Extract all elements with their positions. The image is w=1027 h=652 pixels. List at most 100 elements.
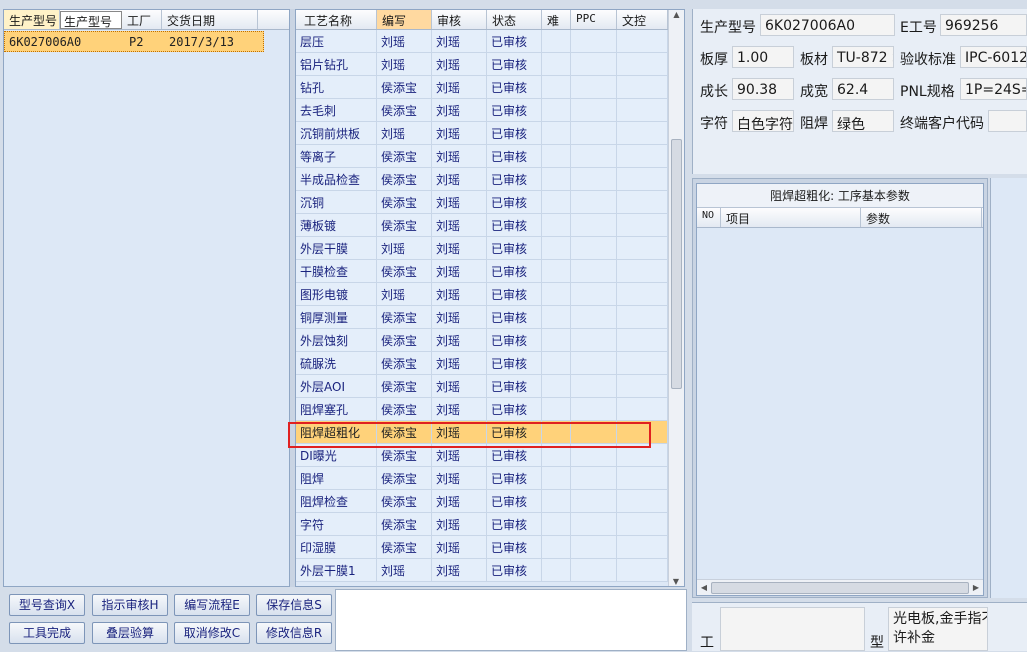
material-field[interactable]: TU-872 S [832,46,894,68]
process-scrollbar[interactable]: ▲ ▼ [668,10,684,586]
table-row[interactable]: 图形电镀 刘瑶 刘瑶 已审核 [296,283,668,306]
cell-name: 沉铜 [296,191,377,213]
col-header-no[interactable]: NO [697,208,721,227]
cell-empty [571,30,617,52]
bottom-blank-area [335,589,687,651]
cell-writer: 侯添宝 [377,513,432,535]
length-field[interactable]: 90.38 [732,78,794,100]
material-label: 板材 [800,52,828,68]
cell-empty [542,490,571,512]
scroll-right-icon[interactable]: ▶ [969,583,983,592]
table-row[interactable]: 字符 侯添宝 刘瑶 已审核 [296,513,668,536]
col-header-doc-control[interactable]: 文控 [617,10,668,29]
table-row[interactable]: 半成品检查 侯添宝 刘瑶 已审核 [296,168,668,191]
table-row[interactable]: 等离子 侯添宝 刘瑶 已审核 [296,145,668,168]
thickness-field[interactable]: 1.00 [732,46,794,68]
stack-check-button[interactable]: 叠层验算 [92,622,168,644]
table-row[interactable]: 印湿膜 侯添宝 刘瑶 已审核 [296,536,668,559]
cell-writer: 侯添宝 [377,490,432,512]
cell-name: 外层干膜 [296,237,377,259]
model-list-panel: 生产型号 生产型号 工厂 交货日期 6K027006A0 P2 2017/3/1… [3,9,290,587]
table-row[interactable]: 干膜检查 侯添宝 刘瑶 已审核 [296,260,668,283]
tool-done-button[interactable]: 工具完成 [9,622,85,644]
cell-reviewer: 刘瑶 [432,490,487,512]
cell-empty [571,490,617,512]
table-row[interactable]: 6K027006A0 P2 2017/3/13 [4,31,264,52]
mask-field[interactable]: 绿色 [832,110,894,132]
cell-name: 等离子 [296,145,377,167]
cell-status: 已审核 [487,375,542,397]
save-info-button[interactable]: 保存信息S [256,594,332,616]
table-row[interactable]: 阻焊 侯添宝 刘瑶 已审核 [296,467,668,490]
col-header-process-name[interactable]: 工艺名称 [296,10,377,29]
col-header-difficulty[interactable]: 难 [542,10,571,29]
col-header-ppc[interactable]: PPC [571,10,617,29]
edit-flow-button[interactable]: 编写流程E [174,594,250,616]
scroll-left-icon[interactable]: ◀ [697,583,711,592]
cell-empty [542,536,571,558]
cell-status: 已审核 [487,490,542,512]
col-header-model[interactable]: 生产型号 [4,10,60,29]
accept-standard-field[interactable]: IPC-6012 [960,46,1027,68]
cell-empty [542,122,571,144]
bottom-textarea[interactable] [720,607,865,651]
table-row[interactable]: 外层干膜1 刘瑶 刘瑶 已审核 [296,559,668,582]
scroll-thumb[interactable] [671,139,682,389]
cancel-edit-button[interactable]: 取消修改C [174,622,250,644]
col-header-factory[interactable]: 工厂 [122,10,162,29]
cell-reviewer: 刘瑶 [432,559,487,581]
cell-empty [617,306,668,328]
table-row[interactable]: 薄板镀 侯添宝 刘瑶 已审核 [296,214,668,237]
cell-reviewer: 刘瑶 [432,513,487,535]
table-row[interactable]: 硫脲洗 侯添宝 刘瑶 已审核 [296,352,668,375]
accept-standard-label: 验收标准 [900,52,956,68]
table-row[interactable]: 沉铜前烘板 刘瑶 刘瑶 已审核 [296,122,668,145]
params-hscrollbar[interactable]: ◀ ▶ [697,579,983,595]
params-header: NO 项目 参数 [697,208,983,228]
table-row[interactable]: 铝片钻孔 刘瑶 刘瑶 已审核 [296,53,668,76]
table-row[interactable]: 沉铜 侯添宝 刘瑶 已审核 [296,191,668,214]
cell-name: 层压 [296,30,377,52]
edit-info-button[interactable]: 修改信息R [256,622,332,644]
table-row[interactable]: 阻焊检查 侯添宝 刘瑶 已审核 [296,490,668,513]
cell-empty [542,352,571,374]
scroll-up-icon[interactable]: ▲ [669,10,684,24]
indicate-review-button[interactable]: 指示审核H [92,594,168,616]
table-row[interactable]: 层压 刘瑶 刘瑶 已审核 [296,30,668,53]
cell-status: 已审核 [487,168,542,190]
char-field[interactable]: 白色字符 [732,110,794,132]
col-header-status[interactable]: 状态 [487,10,542,29]
pnl-field[interactable]: 1P=24S=1 [960,78,1027,100]
cell-name: 铝片钻孔 [296,53,377,75]
cell-empty [617,260,668,282]
table-row[interactable]: 外层蚀刻 侯添宝 刘瑶 已审核 [296,329,668,352]
cell-name: 硫脲洗 [296,352,377,374]
table-row[interactable]: 阻焊塞孔 侯添宝 刘瑶 已审核 [296,398,668,421]
xing-label: 型 [870,635,884,651]
cell-name: 干膜检查 [296,260,377,282]
table-row[interactable]: 铜厚测量 侯添宝 刘瑶 已审核 [296,306,668,329]
cell-empty [571,398,617,420]
col-header-date[interactable]: 交货日期 [162,10,258,29]
model-field[interactable]: 6K027006A0 [760,14,895,36]
col-header-param[interactable]: 参数 [861,208,982,227]
table-row[interactable]: 去毛刺 侯添宝 刘瑶 已审核 [296,99,668,122]
cell-empty [571,260,617,282]
cell-empty [542,375,571,397]
cell-writer: 侯添宝 [377,306,432,328]
col-header-writer[interactable]: 编写 [377,10,432,29]
e-number-field[interactable]: 969256 [940,14,1027,36]
width-field[interactable]: 62.4 [832,78,894,100]
customer-code-field[interactable] [988,110,1027,132]
table-row[interactable]: 外层AOI 侯添宝 刘瑶 已审核 [296,375,668,398]
table-row[interactable]: 外层干膜 刘瑶 刘瑶 已审核 [296,237,668,260]
model-query-button[interactable]: 型号查询X [9,594,85,616]
scroll-down-icon[interactable]: ▼ [669,577,683,586]
cell-writer: 侯添宝 [377,145,432,167]
table-row[interactable]: 钻孔 侯添宝 刘瑶 已审核 [296,76,668,99]
col-header-reviewer[interactable]: 审核 [432,10,487,29]
h-scroll-thumb[interactable] [711,581,969,594]
note-box[interactable]: 光电板,金手指不 许补金 [888,607,988,651]
col-header-item[interactable]: 项目 [721,208,861,227]
cell-writer: 侯添宝 [377,375,432,397]
